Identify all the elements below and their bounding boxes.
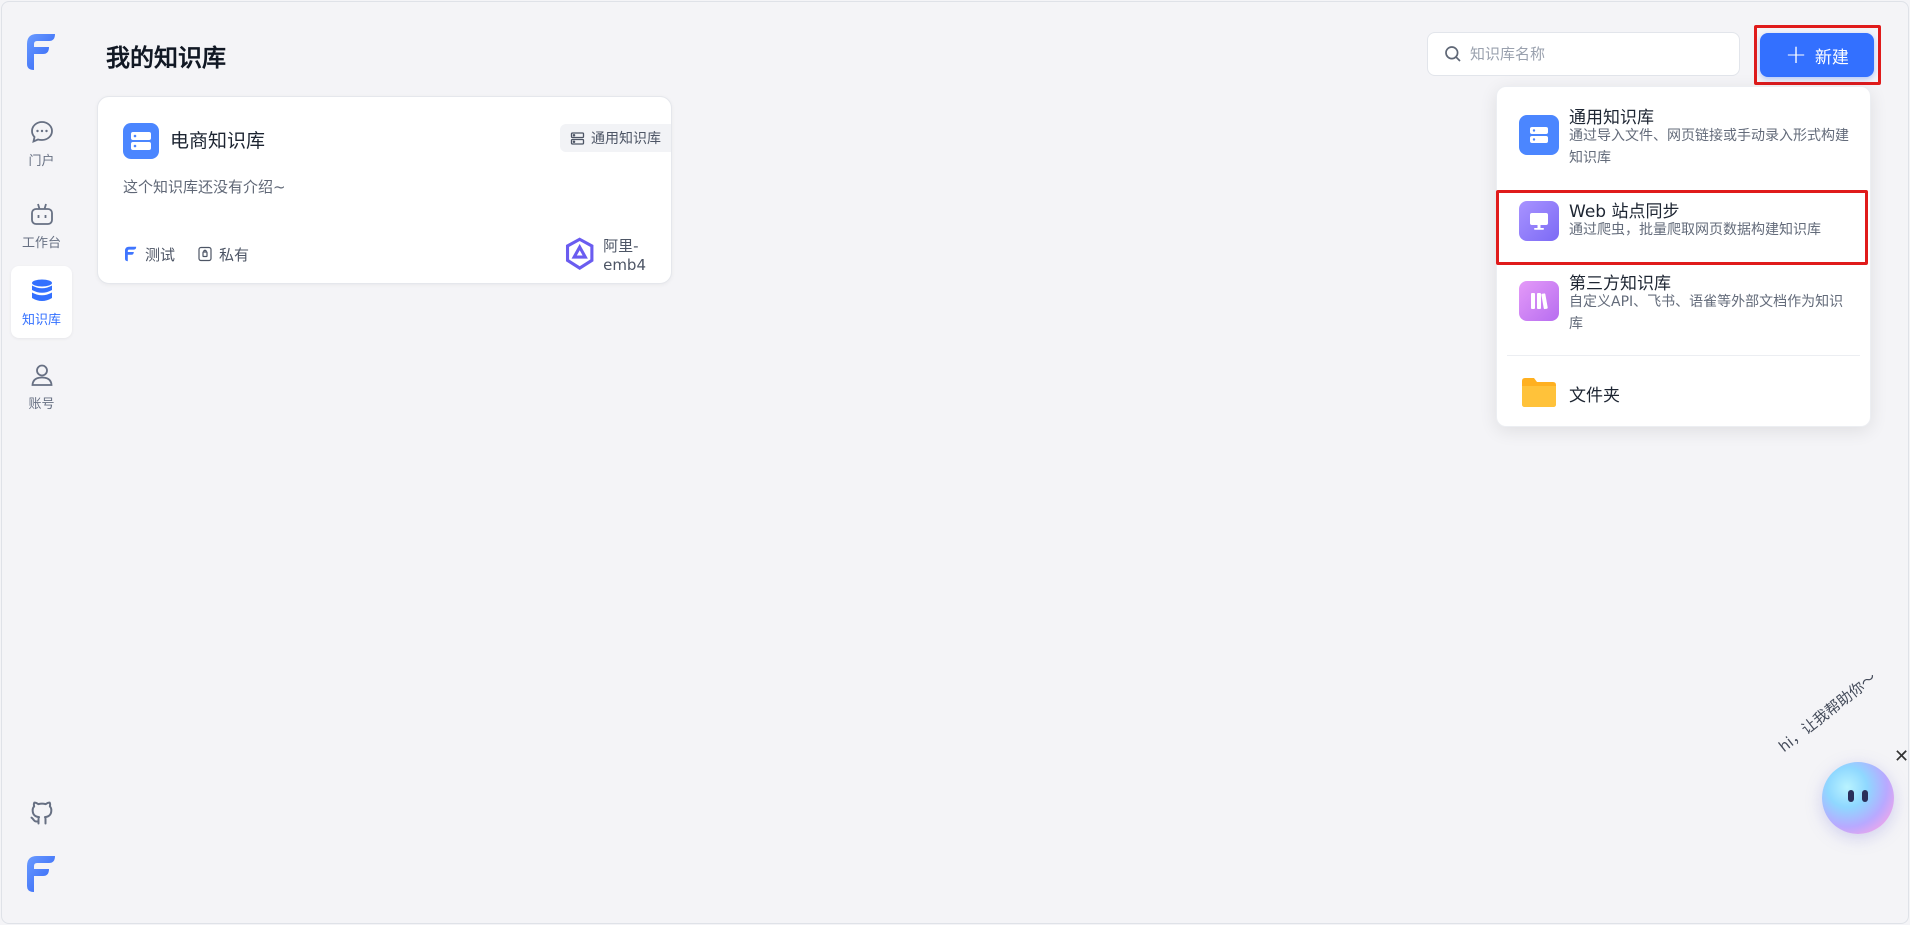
type-tag: 通用知识库 [560,124,671,152]
lock-icon [198,246,212,262]
folder-icon [1519,372,1559,412]
sidebar-item-account[interactable]: 账号 [11,350,72,422]
sidebar-item-label: 门户 [28,153,55,169]
app-logo-icon[interactable] [25,32,59,72]
app-logo-icon [125,246,137,262]
chat-bubble-icon [30,120,53,143]
database-icon [31,279,52,301]
search-input[interactable] [1470,45,1730,63]
sidebar-item-label: 账号 [28,396,55,412]
model-chip: 阿里-emb4 [562,235,646,274]
menu-divider [1507,355,1860,356]
sidebar-item-portal[interactable]: 门户 [11,107,72,179]
menu-item-title: 文件夹 [1569,386,1620,406]
owner-chip: 测试 [123,244,175,265]
knowledge-base-intro: 这个知识库还没有介绍~ [123,178,286,196]
books-icon [1519,281,1559,321]
database-icon [1519,115,1559,155]
sidebar-item-workbench[interactable]: 工作台 [11,189,72,261]
app-logo-icon [27,856,55,892]
database-icon [123,123,159,159]
app-window: 门户 工作台 知识库 账号 我的知识库 知识库名称 + 新建 电商知识库 通用知… [1,1,1909,924]
plus-icon: + [1785,40,1807,70]
github-icon[interactable] [28,799,56,827]
type-tag-label: 通用知识库 [591,131,661,147]
close-icon[interactable]: ✕ [1894,746,1908,767]
page-title: 我的知识库 [106,44,226,72]
permission-chip: 私有 [197,244,249,265]
assistant-greeting: hi，让我帮助你～ [1775,668,1880,756]
assistant-eye [1862,790,1868,802]
card-footer: 测试 私有 阿里-emb4 [123,237,646,274]
new-button[interactable]: + 新建 [1760,33,1874,77]
robot-icon [30,203,53,225]
sidebar: 门户 工作台 知识库 账号 [2,2,82,923]
menu-item-desc: 自定义API、飞书、语雀等外部文档作为知识库 [1569,294,1844,332]
search-box[interactable] [1427,32,1740,76]
menu-item-general-kb[interactable]: 通用知识库 通过导入文件、网页链接或手动录入形式构建知识库 [1497,103,1870,189]
knowledge-base-name: 电商知识库 [170,130,266,152]
new-button-label: 新建 [1814,47,1849,68]
highlight-box-web-sync [1496,190,1868,265]
owner-name: 测试 [145,245,176,264]
sidebar-item-label: 知识库 [21,312,61,328]
user-icon [31,364,52,386]
sidebar-item-label: 工作台 [21,235,61,251]
database-small-icon [570,131,585,145]
search-icon [1445,46,1461,62]
assistant-avatar[interactable] [1822,762,1894,834]
model-icon [565,237,594,271]
knowledge-base-card[interactable]: 电商知识库 通用知识库 这个知识库还没有介绍~ 测试 私有 阿里-emb4 [97,96,672,284]
model-name: 阿里-emb4 [603,236,646,274]
menu-item-desc: 通过导入文件、网页链接或手动录入形式构建知识库 [1569,128,1849,166]
sidebar-item-knowledge-base[interactable]: 知识库 [11,266,72,338]
assistant-widget: hi，让我帮助你～ ✕ [1772,669,1908,872]
permission-label: 私有 [219,245,250,264]
menu-item-third-party-kb[interactable]: 第三方知识库 自定义API、飞书、语雀等外部文档作为知识库 [1497,269,1870,339]
assistant-eye [1848,790,1854,802]
menu-item-folder[interactable]: 文件夹 [1497,367,1870,417]
